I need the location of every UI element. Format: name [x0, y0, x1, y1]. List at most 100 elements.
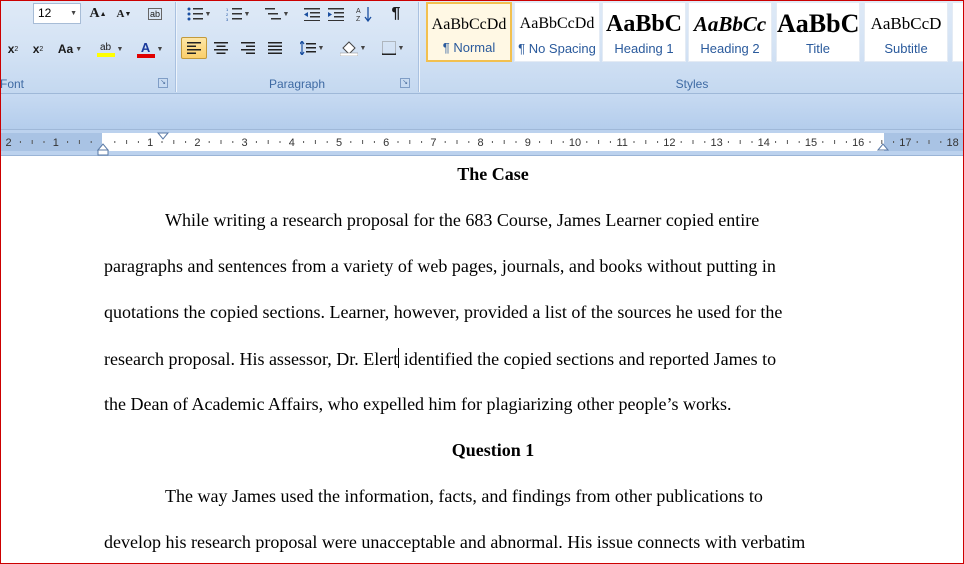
ruler-tick — [739, 140, 741, 144]
highlighter-icon: ab — [96, 42, 115, 57]
first-line-indent-marker[interactable] — [156, 132, 170, 140]
ribbon-bottom-band — [0, 94, 964, 130]
style-name: Subtitle — [884, 41, 928, 56]
ruler-tick — [586, 141, 588, 143]
grow-font-icon: A — [89, 6, 100, 21]
ruler-tick — [727, 141, 729, 143]
ruler-tick — [645, 140, 647, 144]
align-right-icon — [241, 42, 255, 54]
style-normal[interactable]: AaBbCcDd ¶ Normal — [426, 2, 512, 62]
ruler-tick — [350, 141, 352, 143]
font-dialog-launcher-icon[interactable]: ↘ — [158, 78, 168, 88]
paragraph-line: While writing a research proposal for th… — [165, 210, 760, 230]
ruler-tick — [940, 141, 942, 143]
ruler-tick — [279, 141, 281, 143]
ruler-tick — [161, 141, 163, 143]
align-left-button[interactable] — [181, 37, 207, 59]
style-preview: AaBbCcD — [870, 14, 942, 33]
show-marks-button[interactable]: ¶ — [383, 3, 409, 25]
numbered-list-icon: 123 — [226, 7, 242, 21]
ruler-tick — [775, 141, 777, 143]
increase-indent-icon — [328, 8, 344, 21]
font-color-button[interactable]: A ▼ — [132, 38, 168, 60]
ruler-number: 3 — [242, 137, 248, 149]
ruler-tick — [834, 140, 836, 144]
superscript-button[interactable]: x2 — [27, 38, 49, 60]
align-center-button[interactable] — [209, 37, 233, 59]
document-page[interactable]: The Case While writing a research propos… — [0, 156, 964, 564]
ruler-tick — [680, 141, 682, 143]
justify-icon — [268, 42, 282, 54]
align-right-button[interactable] — [236, 37, 260, 59]
change-case-button[interactable]: Aa ▼ — [53, 38, 87, 60]
paragraph-dialog-launcher-icon[interactable]: ↘ — [400, 78, 410, 88]
font-size-box[interactable]: 12 ▼ — [33, 3, 81, 24]
ruler-tick — [326, 141, 328, 143]
group-separator — [175, 2, 176, 92]
ruler-tick — [550, 140, 552, 144]
multilevel-list-button[interactable]: ▼ — [259, 3, 295, 25]
ruler-tick — [362, 140, 364, 144]
ruler-number: 2 — [6, 137, 12, 149]
borders-button[interactable]: ▼ — [375, 37, 411, 59]
paragraph-line: quotations the copied sections. Learner,… — [104, 302, 783, 322]
text-before-cursor: research proposal. His assessor, Dr. Ele… — [104, 349, 399, 369]
subscript-button[interactable]: x2 — [2, 38, 24, 60]
font-color-label: A — [140, 39, 151, 55]
ruler-tick — [126, 140, 128, 144]
ruler-ticks: 2 1 1 2 3 4 5 6 7 8 9 10 11 12 13 14 15 16 17 18 — [6, 132, 959, 156]
shading-button[interactable]: ▼ — [335, 37, 371, 59]
ruler-tick — [208, 141, 210, 143]
increase-indent-button[interactable] — [325, 3, 347, 25]
ruler-tick — [633, 141, 635, 143]
clear-format-icon: ab — [147, 8, 162, 20]
ruler-tick — [67, 141, 69, 143]
styles-label-text: Styles — [675, 77, 709, 91]
ruler-tick — [609, 141, 611, 143]
ruler-number: 18 — [946, 137, 958, 149]
decrease-indent-button[interactable] — [301, 3, 323, 25]
justify-button[interactable] — [263, 37, 287, 59]
style-preview: AaBbCcDd — [431, 16, 507, 33]
group-separator — [418, 2, 419, 92]
right-indent-marker[interactable] — [876, 143, 890, 151]
left-indent-marker[interactable] — [97, 149, 109, 156]
ruler-tick — [657, 141, 659, 143]
numbering-button[interactable]: 1 2 3 ▼ — [220, 3, 256, 25]
clear-format-button[interactable]: ab — [142, 3, 168, 25]
change-case-icon: Aa — [57, 42, 74, 56]
style-gallery-overflow[interactable] — [952, 2, 964, 62]
style-title[interactable]: AaBbC Title — [776, 2, 860, 62]
shrink-font-button[interactable]: A ▼ — [112, 3, 136, 25]
hanging-indent-marker[interactable] — [96, 143, 110, 151]
ruler-number: 9 — [525, 137, 531, 149]
paragraph-group-label: Paragraph — [177, 76, 417, 92]
ruler-tick — [845, 141, 847, 143]
pilcrow-icon: ¶ — [391, 5, 401, 22]
style-name: Heading 1 — [614, 41, 674, 56]
highlight-button[interactable]: ab ▼ — [92, 38, 128, 60]
style-name: ¶ No Spacing — [518, 41, 596, 56]
ruler-tick — [421, 141, 423, 143]
ruler-number: 5 — [336, 137, 342, 149]
ruler-tick — [255, 141, 257, 143]
ruler-number: 12 — [663, 137, 675, 149]
style-heading-1[interactable]: AaBbC Heading 1 — [602, 2, 686, 62]
text-after-cursor: identified the copied sections and repor… — [399, 349, 777, 369]
ruler-number: 1 — [53, 137, 59, 149]
bullets-button[interactable]: ▼ — [181, 3, 217, 25]
ruler-tick — [539, 141, 541, 143]
paragraph-line-with-cursor: research proposal. His assessor, Dr. Ele… — [104, 348, 776, 370]
style-heading-2[interactable]: AaBbCc Heading 2 — [688, 2, 772, 62]
sort-button[interactable]: AZ — [353, 3, 375, 25]
horizontal-ruler[interactable]: 2 1 1 2 3 4 5 6 7 8 9 10 11 12 13 14 15 16 17 18 — [0, 130, 964, 156]
chevron-down-icon[interactable]: ▼ — [70, 4, 77, 23]
style-no-spacing[interactable]: AaBbCcDd ¶ No Spacing — [514, 2, 600, 62]
ruler-tick — [562, 141, 564, 143]
ruler-tick — [692, 140, 694, 144]
style-subtitle[interactable]: AaBbCcD Subtitle — [864, 2, 948, 62]
ruler-tick — [893, 141, 895, 143]
line-spacing-button[interactable]: ▼ — [295, 37, 329, 59]
bullet-list-icon — [187, 7, 203, 21]
grow-font-button[interactable]: A ▲ — [86, 3, 110, 25]
